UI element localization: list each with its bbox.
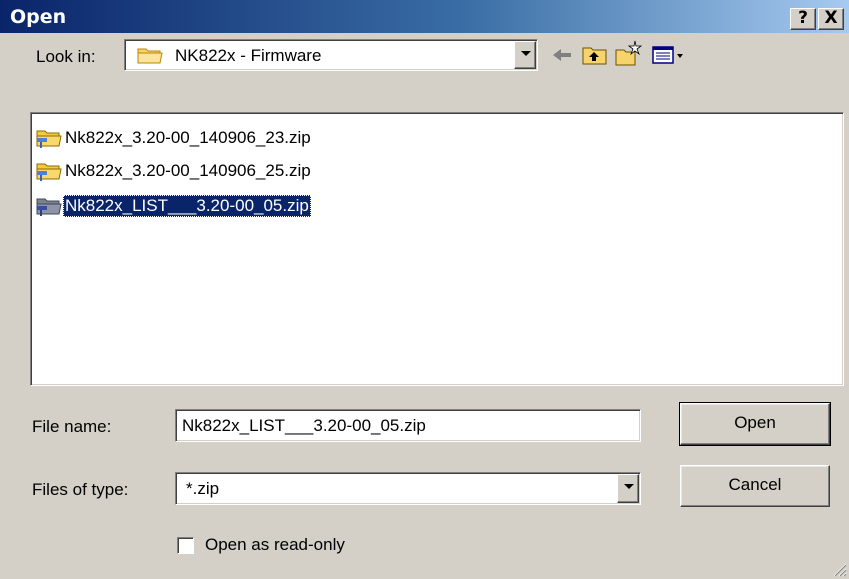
list-item[interactable]: Nk822x_3.20-00_140906_23.zip [35,127,313,149]
up-one-level-icon[interactable] [580,41,610,69]
zip-folder-icon [35,195,63,217]
read-only-label: Open as read-only [205,535,345,554]
file-name-value: Nk822x_LIST___3.20-00_05.zip [182,416,426,435]
list-item[interactable]: Nk822x_3.20-00_140906_25.zip [35,160,313,182]
look-in-label: Look in: [36,47,96,66]
file-name: Nk822x_3.20-00_140906_23.zip [65,128,311,147]
window-title: Open [10,6,67,28]
cancel-button[interactable]: Cancel [680,465,830,507]
help-button[interactable]: ? [790,8,816,30]
close-button[interactable]: X [818,8,844,30]
back-arrow-icon[interactable] [547,41,577,69]
view-menu-icon[interactable] [650,41,690,69]
new-folder-icon[interactable] [613,39,643,67]
files-of-type-combo[interactable]: *.zip [175,472,641,505]
read-only-checkbox[interactable] [177,537,194,554]
look-in-combo[interactable]: NK822x - Firmware [124,39,538,71]
resize-grip-icon[interactable] [831,561,847,577]
file-name-field[interactable]: Nk822x_LIST___3.20-00_05.zip [175,409,641,442]
title-bar: Open ? X [0,0,849,33]
files-of-type-label: Files of type: [32,480,129,499]
folder-icon [137,45,163,65]
file-list[interactable] [30,112,844,386]
zip-folder-icon [35,160,63,182]
list-item[interactable]: Nk822x_LIST___3.20-00_05.zip [35,195,311,217]
file-name-label: File name: [32,417,112,436]
look-in-value: NK822x - Firmware [175,46,322,65]
file-name: Nk822x_LIST___3.20-00_05.zip [63,195,311,217]
file-name: Nk822x_3.20-00_140906_25.zip [65,161,311,180]
files-of-type-dropdown-button[interactable] [617,474,639,503]
look-in-dropdown-button[interactable] [514,41,536,69]
zip-folder-icon [35,127,63,149]
files-of-type-value: *.zip [186,479,220,498]
open-button[interactable]: Open [679,402,831,446]
